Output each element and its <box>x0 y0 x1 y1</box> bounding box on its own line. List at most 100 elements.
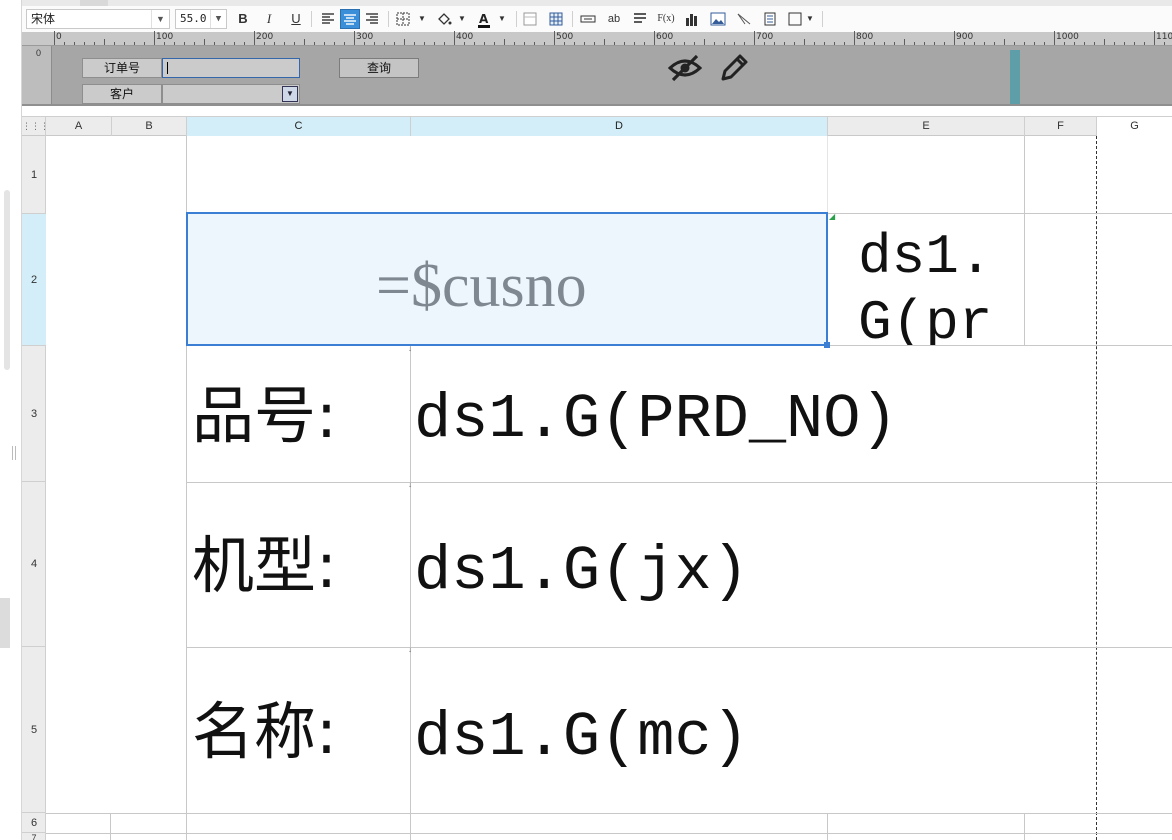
ruler-tick <box>254 31 255 45</box>
column-header-g[interactable]: G <box>1097 117 1172 136</box>
ruler-label: 600 <box>656 32 674 42</box>
side-scrollbar[interactable] <box>4 190 10 370</box>
row-header-6[interactable]: 6 <box>22 813 46 833</box>
panel-edge-marker[interactable] <box>1010 50 1020 106</box>
horizontal-ruler: 0 100 200 300 400 500 600 700 800 900 1000 1100 <box>22 31 1172 46</box>
subreport-button[interactable] <box>760 9 780 29</box>
ruler-tick <box>604 39 605 45</box>
ruler-label: 1100 <box>1156 32 1172 42</box>
ruler-label: 500 <box>556 32 574 42</box>
table-button[interactable] <box>546 9 566 29</box>
italic-button[interactable]: I <box>259 9 279 29</box>
vruler-label: 0 <box>36 48 42 58</box>
cell-d4-text: ds1.G(jx) <box>414 536 749 607</box>
formula-button[interactable]: F(x) <box>654 9 678 29</box>
customer-combo[interactable]: ▼ <box>162 84 300 104</box>
column-header-a[interactable]: A <box>46 117 112 136</box>
chevron-down-icon[interactable]: ▼ <box>210 10 226 28</box>
ruler-tick <box>54 31 55 45</box>
image-button[interactable] <box>708 9 728 29</box>
ruler-tick <box>584 42 585 45</box>
ruler-tick <box>74 42 75 45</box>
bar-chart-icon <box>686 14 697 26</box>
ruler-tick <box>724 42 725 45</box>
column-header-e[interactable]: E <box>828 117 1025 136</box>
eye-off-icon[interactable] <box>667 54 703 87</box>
ruler-tick <box>674 42 675 45</box>
chevron-down-icon[interactable]: ▼ <box>282 86 298 102</box>
select-all-corner[interactable]: ⋮⋮⋮ <box>22 117 49 136</box>
align-center-button[interactable] <box>340 9 360 29</box>
column-header-d[interactable]: D <box>411 117 828 136</box>
ruler-tick <box>904 39 905 45</box>
row-header-7[interactable]: 7 <box>22 833 46 840</box>
gridline <box>827 813 828 840</box>
ruler-tick <box>944 42 945 45</box>
parameter-panel: 0 订单号 客户 ▼ 查询 <box>22 46 1172 106</box>
ruler-tick <box>94 42 95 45</box>
ruler-label: 100 <box>156 32 174 42</box>
column-header-f[interactable]: F <box>1025 117 1097 136</box>
borders-button[interactable] <box>394 9 414 29</box>
align-left-button[interactable] <box>318 9 338 29</box>
chevron-down-icon[interactable]: ▼ <box>452 9 472 29</box>
ruler-tick <box>1154 31 1155 45</box>
align-right-button[interactable] <box>362 9 382 29</box>
panel-bottom-line <box>22 104 1172 106</box>
cell-c5-label: 名称: <box>192 695 337 768</box>
side-panel-tab[interactable] <box>0 598 10 648</box>
sheet-icon <box>523 12 537 26</box>
font-family-select[interactable]: 宋体 ▼ <box>26 9 170 29</box>
ruler-tick <box>664 42 665 45</box>
font-color-button[interactable]: A <box>474 9 494 29</box>
column-header-bar: ⋮⋮⋮ A B C D E F G <box>22 116 1172 136</box>
column-header-b[interactable]: B <box>112 117 187 136</box>
ruler-tick <box>494 42 495 45</box>
side-resize-grip[interactable] <box>12 446 16 460</box>
ruler-tick <box>964 42 965 45</box>
cell-e2[interactable]: ds1. G(pr <box>828 214 1024 345</box>
paragraph-button[interactable] <box>630 9 650 29</box>
ruler-tick <box>764 42 765 45</box>
ruler-tick <box>524 42 525 45</box>
ruler-tick <box>444 42 445 45</box>
underline-button[interactable]: U <box>286 9 306 29</box>
ruler-tick <box>654 31 655 45</box>
textbox-button[interactable] <box>578 9 598 29</box>
ruler-tick <box>984 42 985 45</box>
ruler-tick <box>214 42 215 45</box>
ruler-tick <box>954 31 955 45</box>
ruler-tick <box>324 42 325 45</box>
bold-button[interactable]: B <box>233 9 253 29</box>
chevron-down-icon[interactable]: ▼ <box>800 9 820 29</box>
ruler-label: 300 <box>356 32 374 42</box>
chevron-down-icon[interactable]: ▼ <box>151 10 169 28</box>
row-header-2[interactable]: 2 <box>22 214 46 346</box>
row-header-5[interactable]: 5 <box>22 647 46 813</box>
column-header-c[interactable]: C <box>187 117 411 136</box>
chart-button[interactable] <box>682 9 702 29</box>
row-header-1[interactable]: 1 <box>22 136 46 214</box>
query-button[interactable]: 查询 <box>339 58 419 78</box>
freeze-button[interactable] <box>520 9 540 29</box>
chevron-down-icon[interactable]: ▼ <box>412 9 432 29</box>
font-size-select[interactable]: 55.0 ▼ <box>175 9 227 29</box>
format-toolbar: 宋体 ▼ 55.0 ▼ B I U ▼ ▼ A ▼ ab F(x) ▼ <box>22 6 1172 32</box>
row-header-3[interactable]: 3 <box>22 346 46 482</box>
diagonal-line-icon <box>737 13 751 25</box>
gridline <box>46 833 1172 834</box>
slash-button[interactable] <box>734 9 754 29</box>
text-control-button[interactable]: ab <box>604 9 624 29</box>
ruler-tick <box>414 42 415 45</box>
ruler-tick <box>794 42 795 45</box>
chevron-down-icon[interactable]: ▼ <box>492 9 512 29</box>
ruler-tick <box>1134 42 1135 45</box>
fill-color-button[interactable] <box>434 9 454 29</box>
cell-e2-line1: ds1. <box>858 225 993 289</box>
ruler-tick <box>594 42 595 45</box>
pencil-icon[interactable] <box>718 52 750 89</box>
ruler-tick <box>1074 42 1075 45</box>
order-no-input[interactable] <box>162 58 300 78</box>
ruler-tick <box>864 42 865 45</box>
row-header-4[interactable]: 4 <box>22 482 46 647</box>
